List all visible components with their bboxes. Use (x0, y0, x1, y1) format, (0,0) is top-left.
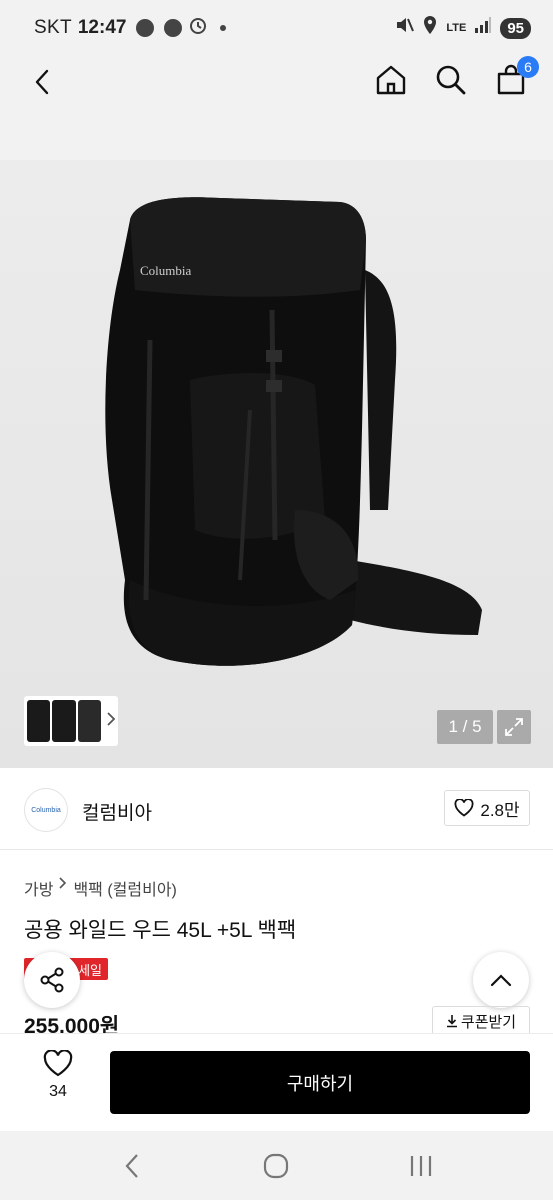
heart-icon (43, 1050, 73, 1077)
carrier-label: SKT (34, 17, 72, 38)
status-right: LTE 95 (394, 15, 531, 41)
talk-notification-icon (136, 19, 155, 37)
cart-count-badge: 6 (517, 56, 539, 78)
expand-icon (505, 718, 523, 736)
breadcrumb-item-category[interactable]: 가방 (24, 876, 53, 900)
thumbnail-strip[interactable] (24, 696, 118, 746)
wishlist-count: 34 (49, 1083, 67, 1100)
wishlist-button[interactable]: 34 (28, 1050, 88, 1101)
back-button[interactable] (22, 62, 62, 102)
home-button[interactable] (371, 60, 411, 100)
chevron-up-icon (490, 974, 512, 987)
purchase-bar: 34 구매하기 (0, 1033, 553, 1131)
chevron-right-icon[interactable] (107, 711, 116, 731)
brand-like-button[interactable]: 2.8만 (444, 790, 530, 826)
recents-icon (410, 1155, 431, 1176)
status-bar: SKT 12:47 LTE 95 (0, 0, 553, 56)
cart-button[interactable]: 6 (491, 56, 539, 100)
mute-icon (394, 15, 415, 41)
bag-logo-text: Columbia (140, 263, 192, 278)
heart-icon (454, 799, 474, 817)
alarm-icon (188, 15, 208, 41)
breadcrumb-separator-icon (59, 876, 67, 900)
share-button[interactable] (24, 952, 80, 1008)
thumbnail-3[interactable] (77, 700, 101, 742)
chevron-left-icon (35, 69, 49, 95)
brand-row[interactable]: Columbia 컬럼비아 2.8만 (0, 768, 553, 850)
product-title: 공용 와일드 우드 45L +5L 백팩 (24, 919, 297, 942)
status-left: SKT 12:47 (34, 15, 227, 41)
search-icon (436, 65, 466, 95)
system-home-button[interactable] (256, 1146, 296, 1186)
system-navigation-bar (0, 1131, 553, 1200)
scroll-to-top-button[interactable] (473, 952, 529, 1008)
brand-logo-text: Columbia (31, 806, 61, 814)
brand-name[interactable]: 컬럼비아 (82, 798, 152, 825)
battery-indicator: 95 (500, 17, 531, 39)
app-header: 6 (0, 56, 553, 160)
clock: 12:47 (77, 17, 127, 38)
brand-like-count: 2.8만 (480, 800, 520, 820)
buy-button[interactable]: 구매하기 (110, 1051, 530, 1114)
back-arrow-icon (125, 1153, 138, 1178)
header-actions: 6 (371, 56, 539, 100)
thumbnail-2[interactable] (52, 700, 76, 742)
system-recents-button[interactable] (401, 1146, 441, 1186)
lte-label: LTE (446, 22, 467, 34)
image-page-counter: 1 / 5 (437, 710, 493, 744)
coupon-download-button[interactable]: 쿠폰받기 (432, 1006, 530, 1036)
system-back-button[interactable] (112, 1146, 152, 1186)
soccer-notification-icon (164, 19, 183, 37)
brand-logo[interactable]: Columbia (24, 788, 68, 832)
signal-icon (474, 17, 492, 39)
share-icon (40, 967, 64, 993)
product-image-gallery[interactable]: Columbia 1 / 5 (0, 160, 553, 768)
product-image-backpack: Columbia (105, 197, 482, 666)
home-icon (376, 65, 406, 95)
search-button[interactable] (431, 60, 471, 100)
download-icon (446, 1015, 457, 1028)
more-notifications-dot (220, 25, 227, 31)
location-icon (422, 15, 438, 41)
product-price: 255,000원 (24, 1015, 120, 1034)
breadcrumb-item-subcategory[interactable]: 백팩 (컬럼비아) (73, 876, 176, 900)
home-circle-icon (264, 1153, 289, 1178)
fullscreen-button[interactable] (497, 710, 531, 744)
breadcrumb: 가방 백팩 (컬럼비아) (24, 876, 177, 900)
coupon-label: 쿠폰받기 (460, 1013, 517, 1031)
thumbnail-1[interactable] (27, 700, 51, 742)
